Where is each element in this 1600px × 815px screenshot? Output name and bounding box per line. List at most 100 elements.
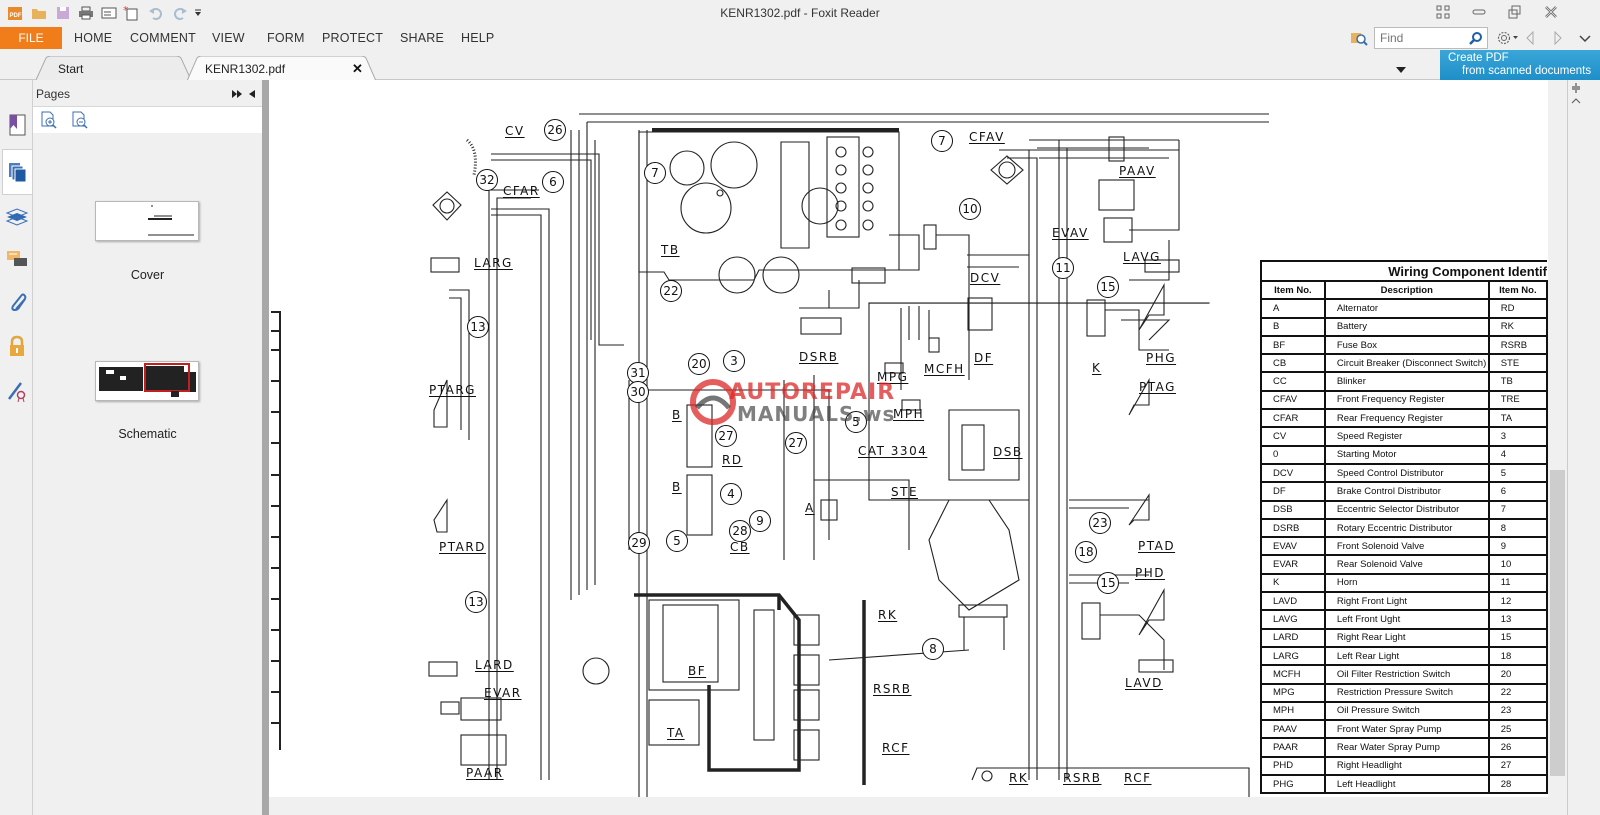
next-result-icon[interactable]: [1553, 30, 1563, 48]
cell-item-no-2: 27: [1487, 755, 1548, 777]
attachments-icon[interactable]: [2, 284, 32, 322]
collapse-panel-icon[interactable]: [248, 88, 256, 102]
table-row: PAAR Rear Water Spray Pump 26: [1260, 737, 1548, 758]
title-bar: PDF * KENR1302.pdf - Foxit Reader: [0, 0, 1600, 26]
close-tab-icon[interactable]: ✕: [352, 61, 363, 77]
scroll-up-icon[interactable]: [1571, 93, 1581, 107]
create-pdf-banner[interactable]: Create PDF from scanned documents: [1440, 50, 1600, 80]
reduce-thumbnails-icon[interactable]: [71, 111, 89, 132]
schematic-label: CV: [505, 124, 525, 138]
cell-item-no: PAAR: [1260, 737, 1326, 758]
cell-description: Rear Water Spray Pump: [1323, 737, 1490, 758]
previous-result-icon[interactable]: [1525, 30, 1535, 48]
cell-item-no: LARG: [1260, 645, 1326, 667]
minimize-icon[interactable]: [1468, 3, 1490, 21]
column-header-description: Description: [1323, 279, 1490, 301]
vertical-scrollbar-thumb[interactable]: [1550, 470, 1565, 776]
cell-item-no-2: 26: [1487, 737, 1548, 758]
page-thumbnail-schematic[interactable]: [95, 361, 199, 401]
bookmark-icon[interactable]: [2, 106, 32, 144]
cell-item-no-2: 5: [1487, 462, 1548, 484]
security-icon[interactable]: [2, 328, 32, 366]
schematic-label: LAVG: [1123, 250, 1161, 264]
menu-form[interactable]: FORM: [267, 31, 305, 45]
document-view[interactable]: CV CFAR LARG PTARG PTARD LARD EVAR PAAR …: [269, 80, 1548, 797]
schematic-label: PHG: [1146, 351, 1177, 365]
find-input[interactable]: [1375, 28, 1467, 48]
schematic-label: RCF: [1124, 771, 1152, 785]
schematic-label: PTARG: [429, 383, 476, 397]
schematic-label: PAAV: [1119, 164, 1156, 178]
horizontal-scrollbar[interactable]: [269, 797, 1548, 815]
signature-icon[interactable]: [2, 372, 32, 410]
cell-item-no-2: TA: [1487, 408, 1548, 429]
schematic-label: DF: [974, 351, 994, 365]
cell-item-no: LAVD: [1260, 591, 1326, 612]
close-icon[interactable]: [1540, 3, 1562, 21]
cell-description: Left Front Ught: [1323, 609, 1490, 630]
cell-description: Speed Control Distributor: [1323, 462, 1490, 484]
layers-icon[interactable]: [2, 198, 32, 236]
enlarge-thumbnails-icon[interactable]: [40, 111, 58, 132]
callout-number: 10: [959, 198, 981, 220]
table-row: EVAV Front Solenoid Valve 9: [1260, 536, 1548, 557]
cell-item-no-2: 9: [1487, 536, 1548, 557]
callout-number: 8: [922, 638, 944, 660]
pages-icon[interactable]: [2, 149, 32, 195]
schematic-label: LARD: [475, 658, 514, 672]
cell-item-no-2: RSRB: [1487, 334, 1548, 356]
schematic-label: TA: [667, 726, 685, 740]
search-icon[interactable]: [1469, 31, 1483, 48]
pages-toolbar: [33, 106, 262, 133]
table-row: PHD Right Headlight 27: [1260, 755, 1548, 777]
schematic-label: RCF: [882, 741, 910, 755]
settings-gear-icon[interactable]: [1496, 30, 1520, 49]
callout-number: 7: [644, 162, 666, 184]
menu-home[interactable]: HOME: [74, 31, 112, 45]
collapse-ribbon-icon[interactable]: [1579, 33, 1591, 47]
pages-panel: Pages Cover Schematic: [33, 80, 262, 815]
schematic-label: STE: [891, 485, 919, 499]
tab-kenr1302[interactable]: KENR1302.pdf ✕: [187, 56, 377, 81]
schematic-label: EVAR: [484, 686, 522, 700]
menu-protect[interactable]: PROTECT: [322, 31, 383, 45]
schematic-label: A: [805, 501, 815, 515]
comments-icon[interactable]: [2, 240, 32, 278]
cell-description: Oil Filter Restriction Switch: [1323, 664, 1490, 685]
cell-item-no-2: TRE: [1487, 389, 1548, 411]
page-label-schematic: Schematic: [118, 427, 177, 441]
callout-number: 5: [666, 530, 688, 552]
page-thumbnail-cover[interactable]: [95, 201, 199, 241]
vertical-scrollbar[interactable]: [1548, 80, 1567, 815]
menu-comment[interactable]: COMMENT: [130, 31, 196, 45]
table-row: PAAV Front Water Spray Pump 25: [1260, 719, 1548, 740]
fullscreen-icon[interactable]: [1432, 3, 1454, 21]
table-row: LAVD Right Front Light 12: [1260, 591, 1548, 612]
cell-item-no-2: TB: [1487, 371, 1548, 392]
tab-start[interactable]: Start: [36, 56, 192, 80]
menu-view[interactable]: VIEW: [212, 31, 245, 45]
cell-item-no-2: 7: [1487, 499, 1548, 520]
menu-share[interactable]: SHARE: [400, 31, 444, 45]
table-row: DCV Speed Control Distributor 5: [1260, 462, 1548, 484]
cell-description: Front Water Spray Pump: [1323, 719, 1490, 740]
schematic-label: B: [672, 408, 682, 422]
cell-item-no: DF: [1260, 481, 1326, 502]
cell-item-no-2: 13: [1487, 609, 1548, 630]
table-row: DF Brake Control Distributor 6: [1260, 481, 1548, 502]
restore-icon[interactable]: [1503, 3, 1525, 21]
tab-list-dropdown-icon[interactable]: [1395, 63, 1407, 77]
menu-help[interactable]: HELP: [461, 31, 494, 45]
expand-panel-icon[interactable]: [231, 88, 243, 102]
find-folder-icon[interactable]: [1350, 30, 1368, 49]
table-row: K Horn 11: [1260, 572, 1548, 594]
panel-splitter[interactable]: [262, 80, 269, 815]
cell-item-no-2: 10: [1487, 554, 1548, 575]
right-edge-panel: [1567, 80, 1600, 815]
cell-item-no-2: 12: [1487, 591, 1548, 612]
table-row: CFAV Front Frequency Register TRE: [1260, 389, 1548, 411]
table-row: CV Speed Register 3: [1260, 426, 1548, 447]
cell-description: Front Solenoid Valve: [1323, 536, 1490, 557]
menu-file[interactable]: FILE: [0, 27, 62, 49]
callout-number: 29: [628, 532, 650, 554]
